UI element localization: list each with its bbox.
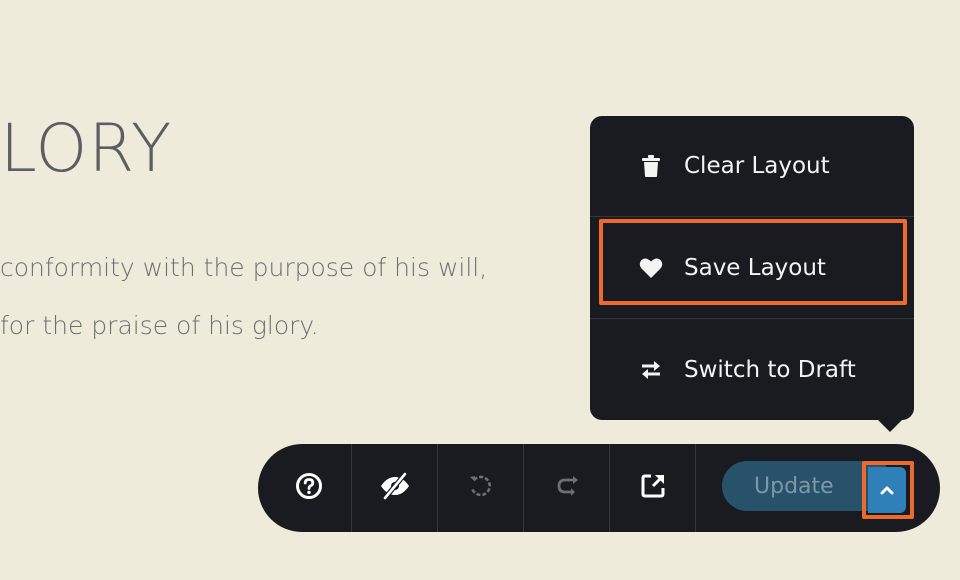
undo-button[interactable] — [438, 444, 524, 532]
paragraph-line-2: for the praise of his glory. — [0, 311, 319, 340]
help-button[interactable] — [266, 444, 352, 532]
question-circle-icon — [295, 472, 323, 504]
redo-icon — [553, 472, 581, 504]
open-external-button[interactable] — [610, 444, 696, 532]
save-layout-highlight — [599, 219, 907, 305]
toggle-visibility-button[interactable] — [352, 444, 438, 532]
menu-item-clear-layout[interactable]: Clear Layout — [590, 116, 914, 217]
paragraph-line-1: conformity with the purpose of his will, — [0, 253, 488, 282]
menu-item-label: Switch to Draft — [684, 356, 856, 383]
redo-button[interactable] — [524, 444, 610, 532]
trash-icon — [638, 153, 664, 179]
swap-arrows-icon — [638, 357, 664, 383]
page-heading: LORY — [0, 110, 173, 187]
undo-icon — [467, 472, 495, 504]
eye-slash-icon — [379, 472, 411, 504]
menu-item-label: Clear Layout — [684, 153, 830, 179]
menu-item-switch-to-draft[interactable]: Switch to Draft — [590, 319, 914, 420]
update-options-highlight — [862, 461, 914, 519]
external-link-icon — [639, 472, 667, 504]
